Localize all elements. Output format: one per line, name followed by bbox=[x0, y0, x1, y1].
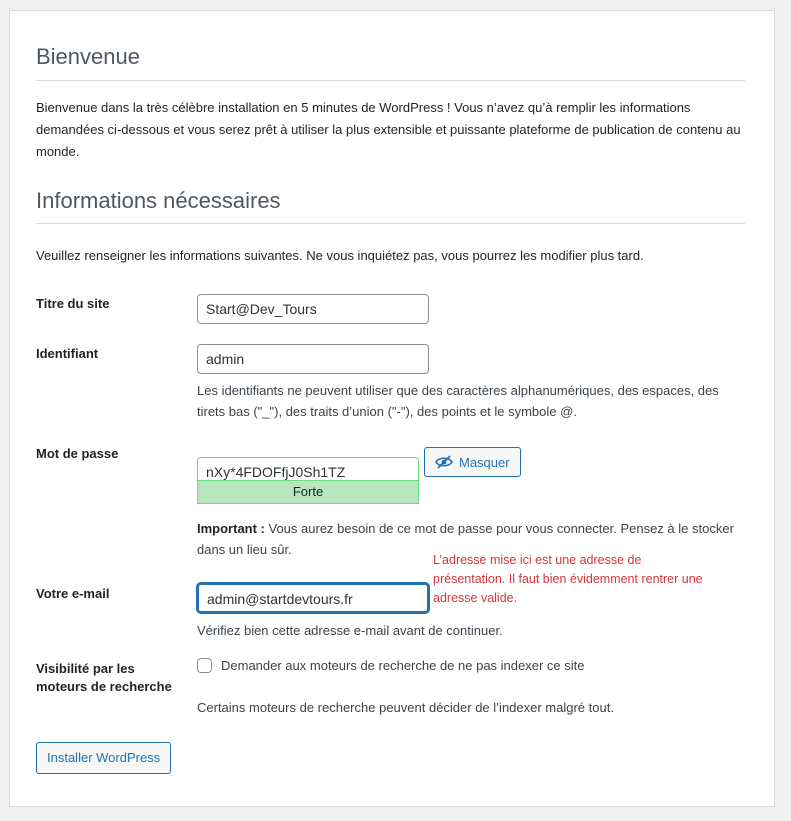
welcome-heading: Bienvenue bbox=[36, 44, 140, 69]
noindex-checkbox[interactable] bbox=[197, 658, 212, 673]
password-strength-indicator: Forte bbox=[197, 480, 419, 504]
email-input[interactable]: admin@startdevtours.fr bbox=[197, 583, 429, 613]
install-wordpress-button[interactable]: Installer WordPress bbox=[36, 742, 172, 774]
important-label: Important : bbox=[197, 521, 265, 536]
password-label: Mot de passe bbox=[36, 446, 119, 461]
site-title-input[interactable]: Start@Dev_Tours bbox=[197, 294, 429, 324]
info-text: Veuillez renseigner les informations sui… bbox=[36, 248, 644, 263]
username-help: Les identifiants ne peuvent utiliser que… bbox=[197, 383, 719, 419]
username-input[interactable]: admin bbox=[197, 344, 429, 374]
info-heading: Informations nécessaires bbox=[36, 188, 281, 213]
visibility-help: Certains moteurs de recherche peuvent dé… bbox=[197, 700, 614, 715]
username-label: Identifiant bbox=[36, 346, 99, 361]
hide-password-label: Masquer bbox=[459, 454, 510, 470]
welcome-text: Bienvenue dans la très célèbre installat… bbox=[36, 100, 741, 159]
email-label: Votre e-mail bbox=[36, 586, 110, 601]
divider bbox=[36, 223, 745, 224]
email-help: Vérifiez bien cette adresse e-mail avant… bbox=[197, 623, 503, 638]
divider bbox=[36, 80, 745, 81]
noindex-checkbox-label[interactable]: Demander aux moteurs de recherche de ne … bbox=[221, 656, 584, 676]
eye-slash-icon bbox=[435, 455, 453, 469]
visibility-label: Visibilité par les moteurs de recherche bbox=[36, 661, 172, 694]
site-title-label: Titre du site bbox=[36, 296, 110, 311]
hide-password-button[interactable]: Masquer bbox=[424, 447, 521, 477]
email-annotation: L’adresse mise ici est une adresse de pr… bbox=[433, 553, 703, 605]
